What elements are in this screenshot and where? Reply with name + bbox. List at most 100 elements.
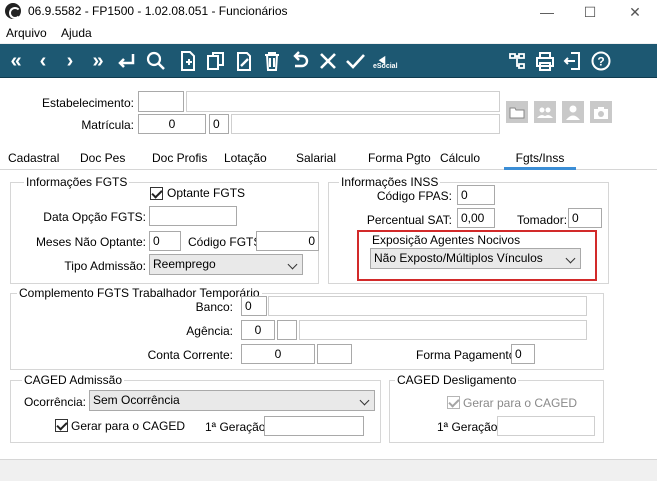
data-opcao-input[interactable] <box>149 206 237 226</box>
matricula-name-field <box>231 114 500 134</box>
ocorrencia-label: Ocorrência: <box>23 395 86 409</box>
chevron-down-icon <box>287 259 298 270</box>
meses-nao-optante-input[interactable]: 0 <box>149 231 181 251</box>
complemento-group-title: Complemento FGTS Trabalhador Temporário <box>17 286 262 300</box>
group-icon[interactable] <box>534 101 556 123</box>
caged-admissao-title: CAGED Admissão <box>22 373 125 387</box>
conta-corrente-input[interactable]: 0 <box>241 344 315 364</box>
conta-corrente-label: Conta Corrente: <box>147 348 233 362</box>
fgts-group-title: Informações FGTS <box>24 175 130 189</box>
estabelecimento-name-field <box>186 91 500 112</box>
banco-input[interactable]: 0 <box>241 296 267 316</box>
conta-digit-input[interactable] <box>317 344 352 364</box>
app-logo-icon <box>5 3 21 19</box>
geracao-desligamento-input[interactable] <box>497 416 595 436</box>
menu-ajuda[interactable]: Ajuda <box>61 26 92 40</box>
tab-doc-profis[interactable]: Doc Profis <box>152 151 207 165</box>
optante-fgts-label: Optante FGTS <box>167 186 246 200</box>
tree-structure-icon[interactable] <box>505 49 529 73</box>
meses-nao-optante-label: Meses Não Optante: <box>35 235 146 249</box>
banco-name-field <box>268 296 587 316</box>
search-icon[interactable] <box>144 49 168 73</box>
agencia-digit-input[interactable] <box>277 320 297 340</box>
help-icon[interactable]: ? <box>589 49 613 73</box>
geracao-desligamento-label: 1ª Geração: <box>437 420 501 434</box>
chevron-down-icon <box>565 253 576 264</box>
ocorrencia-select[interactable]: Sem Ocorrência <box>89 390 375 411</box>
forma-pagamento-input[interactable]: 0 <box>511 344 535 364</box>
agencia-name-field <box>299 320 587 340</box>
percentual-sat-input[interactable]: 0,00 <box>457 208 495 228</box>
status-bar <box>0 459 657 481</box>
exposicao-title: Exposição Agentes Nocivos <box>372 233 521 247</box>
close-button[interactable]: ✕ <box>620 2 650 22</box>
codigo-fgts-label: Código FGTS: <box>188 235 265 249</box>
new-document-icon[interactable] <box>176 49 200 73</box>
caged-desligamento-title: CAGED Desligamento <box>395 373 519 387</box>
menu-arquivo[interactable]: Arquivo <box>6 26 47 40</box>
camera-icon[interactable] <box>590 101 612 123</box>
tab-fgts-inss[interactable]: Fgts/Inss <box>504 151 576 170</box>
menu-bar: Arquivo Ajuda <box>0 23 657 43</box>
tipo-admissao-select[interactable]: Reemprego <box>149 254 303 275</box>
tab-cadastral[interactable]: Cadastral <box>8 151 59 165</box>
exposicao-value: Não Exposto/Múltiplos Vínculos <box>374 251 543 265</box>
tab-doc-pes[interactable]: Doc Pes <box>80 151 125 165</box>
tomador-input[interactable]: 0 <box>568 208 602 228</box>
next-record-icon[interactable]: › <box>58 49 82 73</box>
tomador-label: Tomador: <box>517 213 568 227</box>
first-record-icon[interactable]: « <box>4 49 28 73</box>
tipo-admissao-label: Tipo Admissão: <box>64 259 146 273</box>
matricula-digit-input[interactable]: 0 <box>209 114 229 134</box>
last-record-icon[interactable]: » <box>86 49 110 73</box>
toolbar: « ‹ › » eSocial ? <box>0 44 657 78</box>
exposicao-select[interactable]: Não Exposto/Múltiplos Vínculos <box>370 248 581 269</box>
undo-icon[interactable] <box>288 49 312 73</box>
forma-pagamento-label: Forma Pagamento: <box>416 348 519 362</box>
ocorrencia-value: Sem Ocorrência <box>93 393 180 407</box>
tab-lotacao[interactable]: Lotação <box>224 151 267 165</box>
gerar-caged-desligamento-checkbox[interactable] <box>447 396 460 409</box>
maximize-button[interactable]: ☐ <box>575 2 605 22</box>
optante-fgts-checkbox[interactable] <box>150 187 163 200</box>
estabelecimento-label: Estabelecimento: <box>41 96 134 110</box>
gerar-caged-desligamento-label: Gerar para o CAGED <box>463 396 578 410</box>
matricula-input[interactable]: 0 <box>138 114 206 134</box>
gerar-caged-admissao-label: Gerar para o CAGED <box>71 419 186 433</box>
gerar-caged-admissao-checkbox[interactable] <box>55 419 68 432</box>
confirm-icon[interactable] <box>343 49 367 73</box>
tab-forma-pgto[interactable]: Forma Pgto <box>368 151 431 165</box>
enter-icon[interactable] <box>114 49 138 73</box>
estabelecimento-code-input[interactable] <box>138 91 184 112</box>
copy-icon[interactable] <box>204 49 228 73</box>
data-opcao-label: Data Opção FGTS: <box>43 210 146 224</box>
geracao-admissao-label: 1ª Geração: <box>205 420 269 434</box>
agencia-input[interactable]: 0 <box>241 320 275 340</box>
matricula-label: Matrícula: <box>81 118 134 132</box>
title-bar: 06.9.5582 - FP1500 - 1.02.08.051 - Funci… <box>0 0 657 23</box>
minimize-button[interactable]: — <box>532 2 562 22</box>
tab-bar: Cadastral Doc Pes Doc Profis Lotação Sal… <box>0 148 657 170</box>
codigo-fpas-input[interactable]: 0 <box>457 185 495 205</box>
previous-record-icon[interactable]: ‹ <box>31 49 55 73</box>
print-icon[interactable] <box>533 49 557 73</box>
chevron-down-icon <box>359 395 370 406</box>
tab-calculo[interactable]: Cálculo <box>440 151 480 165</box>
delete-icon[interactable] <box>260 49 284 73</box>
codigo-fgts-input[interactable]: 0 <box>256 231 319 251</box>
person-icon[interactable] <box>562 101 584 123</box>
inss-group-title: Informações INSS <box>339 175 441 189</box>
codigo-fpas-label: Código FPAS: <box>376 189 452 203</box>
tab-salarial[interactable]: Salarial <box>296 151 336 165</box>
window-title: 06.9.5582 - FP1500 - 1.02.08.051 - Funci… <box>28 4 288 18</box>
exit-icon[interactable] <box>561 49 585 73</box>
geracao-admissao-input[interactable] <box>264 416 364 436</box>
cancel-icon[interactable] <box>316 49 340 73</box>
tipo-admissao-value: Reemprego <box>153 257 216 271</box>
esocial-icon[interactable]: eSocial <box>371 49 401 73</box>
folder-icon[interactable] <box>506 101 528 123</box>
agencia-label: Agência: <box>186 324 233 338</box>
edit-icon[interactable] <box>232 49 256 73</box>
svg-text:?: ? <box>597 55 604 69</box>
banco-label: Banco: <box>195 300 233 314</box>
